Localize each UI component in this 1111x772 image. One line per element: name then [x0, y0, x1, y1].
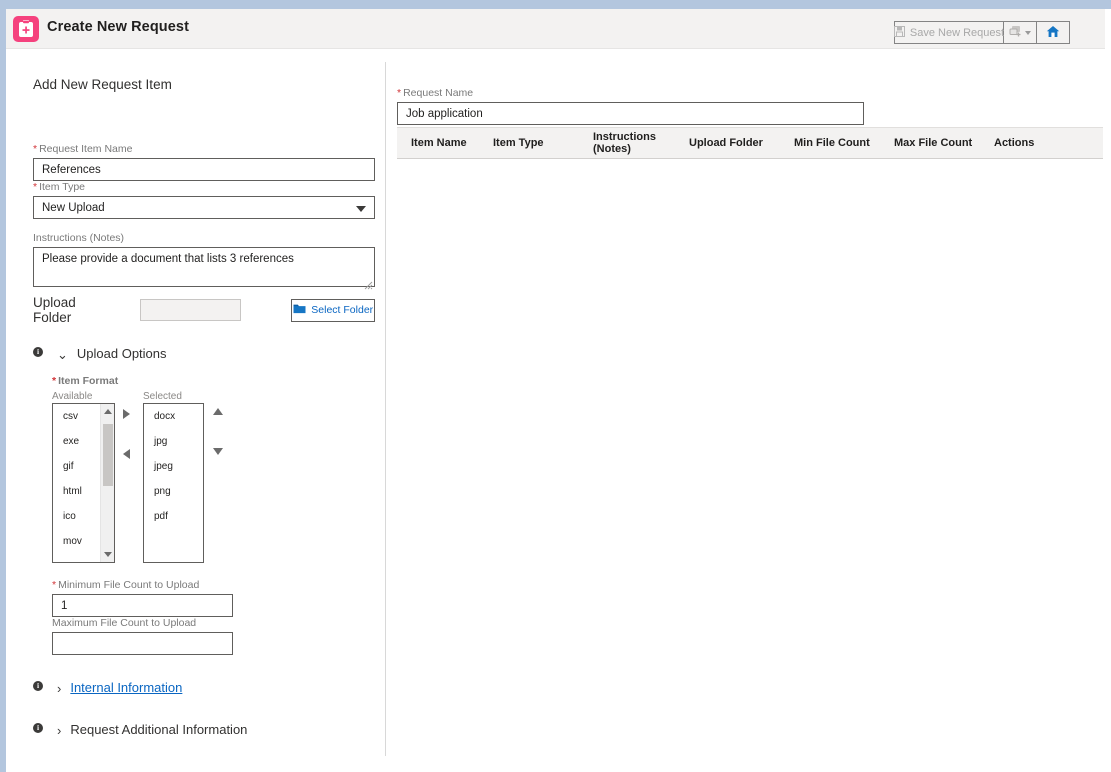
column-header-item-type: Item Type [487, 137, 587, 149]
request-name-input[interactable] [397, 102, 864, 125]
application-window: Create New Request Save New Request [0, 0, 1111, 772]
required-marker: * [397, 87, 401, 99]
min-file-count-label-text: Minimum File Count to Upload [58, 579, 199, 591]
save-new-request-button[interactable]: Save New Request [894, 21, 1004, 44]
arrow-right-icon [123, 409, 130, 419]
header-toolbar: Save New Request [894, 21, 1070, 44]
info-icon: i [33, 723, 43, 733]
min-file-count-label: *Minimum File Count to Upload [52, 579, 233, 591]
required-marker: * [52, 375, 56, 387]
column-header-max-file-count: Max File Count [888, 137, 988, 149]
item-type-label: *Item Type [33, 181, 375, 193]
listbox-scrollbar[interactable] [100, 404, 114, 562]
request-items-table: Item Name Item Type Instructions (Notes)… [397, 127, 1103, 159]
instructions-label: Instructions (Notes) [33, 232, 375, 244]
item-format-label: *Item Format [52, 375, 118, 387]
move-down-button[interactable] [213, 448, 227, 462]
chevron-down-icon [1025, 31, 1031, 35]
available-formats-listbox[interactable]: csv exe gif html ico mov [52, 403, 115, 563]
page-title: Create New Request [47, 19, 189, 35]
folder-icon [293, 303, 306, 317]
request-item-name-label-text: Request Item Name [39, 143, 132, 155]
column-header-instructions-notes: Instructions (Notes) [587, 131, 683, 155]
column-header-item-name: Item Name [397, 137, 487, 149]
save-new-request-label: Save New Request [910, 27, 1004, 39]
info-icon: i [33, 347, 43, 357]
home-button[interactable] [1037, 21, 1070, 44]
scroll-down-icon[interactable] [104, 552, 112, 557]
info-icon: i [33, 681, 43, 691]
scroll-up-icon[interactable] [104, 409, 112, 414]
field-group-max-file-count: Maximum File Count to Upload [52, 617, 233, 655]
required-marker: * [52, 579, 56, 591]
section-title-add-new-request-item: Add New Request Item [33, 77, 172, 92]
request-summary-panel: *Request Name Item Name Item Type Instru… [386, 49, 1111, 772]
max-file-count-label: Maximum File Count to Upload [52, 617, 233, 629]
add-copy-dropdown-button[interactable] [1004, 21, 1037, 44]
accordion-upload-options[interactable]: i ⌄ Upload Options [33, 347, 167, 361]
available-caption: Available [52, 391, 92, 402]
upload-folder-label: Upload Folder [33, 295, 110, 325]
request-name-label-text: Request Name [403, 87, 473, 99]
field-group-request-name: *Request Name [397, 87, 864, 125]
move-up-button[interactable] [213, 408, 227, 422]
column-header-min-file-count: Min File Count [788, 137, 888, 149]
request-item-name-label: *Request Item Name [33, 143, 375, 155]
list-item[interactable]: jpg [144, 429, 203, 454]
chevron-down-icon: ⌄ [57, 348, 68, 361]
upload-folder-row: Upload Folder Select Folder [33, 297, 375, 323]
table-header-row: Item Name Item Type Instructions (Notes)… [397, 127, 1103, 159]
request-additional-information-label: Request Additional Information [70, 723, 247, 736]
arrow-left-icon [123, 449, 130, 459]
selected-caption: Selected [143, 391, 182, 402]
instructions-textarea[interactable]: Please provide a document that lists 3 r… [33, 247, 375, 287]
max-file-count-input[interactable] [52, 632, 233, 655]
scrollbar-thumb[interactable] [103, 424, 113, 486]
field-group-instructions: Instructions (Notes) Please provide a do… [33, 232, 375, 292]
arrow-up-icon [213, 408, 223, 415]
list-item[interactable]: png [144, 479, 203, 504]
select-folder-label: Select Folder [311, 304, 373, 316]
item-format-label-text: Item Format [58, 375, 118, 387]
required-marker: * [33, 143, 37, 155]
column-header-upload-folder: Upload Folder [683, 137, 788, 149]
item-type-select-wrapper [33, 196, 375, 219]
add-request-item-panel: Add New Request Item *Request Item Name … [0, 49, 385, 772]
item-type-select[interactable] [33, 196, 375, 219]
item-type-label-text: Item Type [39, 181, 85, 193]
clipboard-plus-icon [13, 16, 39, 42]
chevron-right-icon: › [57, 682, 61, 695]
min-file-count-input[interactable] [52, 594, 233, 617]
home-icon [1046, 25, 1060, 41]
list-item[interactable]: jpeg [144, 454, 203, 479]
upload-folder-value [140, 299, 242, 321]
select-folder-button[interactable]: Select Folder [291, 299, 375, 322]
add-copy-icon [1009, 25, 1022, 41]
move-left-button[interactable] [123, 449, 137, 463]
accordion-internal-information[interactable]: i › Internal Information [33, 681, 182, 695]
app-header: Create New Request Save New Request [6, 9, 1105, 49]
required-marker: * [33, 181, 37, 193]
list-item[interactable]: docx [144, 404, 203, 429]
column-header-actions: Actions [988, 137, 1068, 149]
selected-formats-listbox[interactable]: docx jpg jpeg png pdf [143, 403, 204, 563]
field-group-min-file-count: *Minimum File Count to Upload [52, 579, 233, 617]
field-group-item-type: *Item Type [33, 181, 375, 219]
request-name-label: *Request Name [397, 87, 864, 99]
move-right-button[interactable] [123, 409, 137, 423]
list-item[interactable]: pdf [144, 504, 203, 529]
window-top-band [0, 0, 1111, 9]
request-item-name-input[interactable] [33, 158, 375, 181]
arrow-down-icon [213, 448, 223, 455]
accordion-request-additional-information[interactable]: i › Request Additional Information [33, 723, 247, 737]
internal-information-label[interactable]: Internal Information [70, 681, 182, 694]
field-group-request-item-name: *Request Item Name [33, 143, 375, 181]
upload-options-label: Upload Options [77, 347, 167, 360]
chevron-right-icon: › [57, 724, 61, 737]
save-disk-icon [894, 26, 905, 40]
